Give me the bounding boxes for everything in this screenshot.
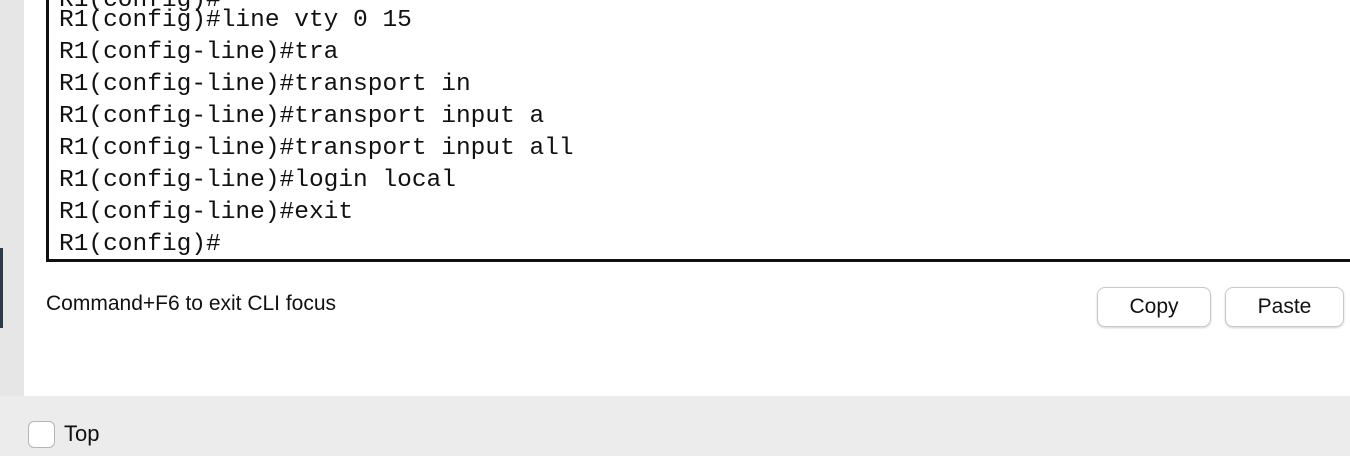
cli-terminal[interactable]: R1(config)# R1(config)#line vty 0 15 R1(… [46, 0, 1350, 262]
terminal-line: R1(config)#line vty 0 15 [59, 7, 412, 34]
terminal-line: R1(config-line)#transport input a [59, 103, 545, 130]
terminal-line: R1(config-line)#login local [59, 167, 456, 194]
paste-button[interactable]: Paste [1225, 287, 1344, 327]
terminal-line: R1(config-line)#exit [59, 199, 354, 226]
cli-focus-hint: Command+F6 to exit CLI focus [46, 292, 337, 315]
terminal-prompt-line: R1(config)# [59, 231, 221, 258]
top-checkbox[interactable] [28, 421, 55, 448]
terminal-line: R1(config-line)#transport in [59, 71, 471, 98]
left-edge-strip [0, 0, 24, 396]
top-checkbox-label: Top [64, 421, 100, 446]
terminal-line: R1(config-line)#transport input all [59, 135, 574, 162]
terminal-line: R1(config-line)#tra [59, 39, 339, 66]
left-edge-accent [0, 248, 3, 328]
copy-button[interactable]: Copy [1097, 287, 1211, 327]
